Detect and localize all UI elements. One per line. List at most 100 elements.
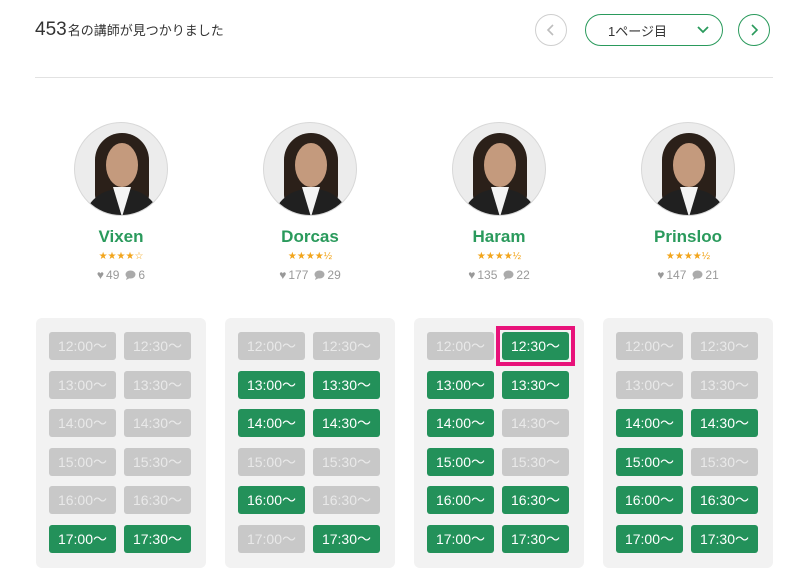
time-slot-button[interactable]: 17:30〜 [502, 525, 569, 553]
time-slot-button[interactable]: 17:30〜 [124, 525, 191, 553]
likes-count: ♥ 135 [468, 268, 497, 282]
likes-value: 177 [288, 268, 309, 282]
rating-stars: ★★★★½ [287, 251, 333, 262]
heart-icon: ♥ [96, 268, 105, 282]
time-slot-button[interactable]: 16:30〜 [502, 486, 569, 514]
time-slot-button: 13:30〜 [691, 371, 758, 399]
teacher-name[interactable]: Vixen [36, 227, 206, 247]
teacher-avatar[interactable] [641, 122, 735, 216]
time-slot-button: 15:30〜 [691, 448, 758, 476]
teacher-name[interactable]: Prinsloo [603, 227, 773, 247]
time-slot-button: 13:00〜 [616, 371, 683, 399]
time-slot-panel: 12:00〜 12:30〜 13:00〜 13:30〜 14:00〜 14:30〜 15:0… [414, 318, 584, 568]
page-select-dropdown[interactable]: 1ページ目 [585, 14, 723, 46]
time-slot-button[interactable]: 17:00〜 [49, 525, 116, 553]
likes-count: ♥ 177 [279, 268, 308, 282]
time-slot-button: 17:00〜 [238, 525, 305, 553]
time-slot-button[interactable]: 14:30〜 [691, 409, 758, 437]
teacher-card[interactable]: Vixen ★★★★☆ ♥ 49 6 [36, 122, 206, 282]
time-slot-button[interactable]: 13:30〜 [502, 371, 569, 399]
avatar-face [484, 143, 516, 187]
time-slot-button[interactable]: 15:00〜 [616, 448, 683, 476]
teacher-stats: ♥ 147 21 [603, 268, 773, 282]
reviews-count: 21 [692, 268, 719, 282]
time-slot-button[interactable]: 17:30〜 [691, 525, 758, 553]
result-count-label: 名の講師が見つかりました [67, 23, 224, 38]
reviews-value: 29 [327, 268, 341, 282]
time-slot-button[interactable]: 17:00〜 [427, 525, 494, 553]
time-slot-button[interactable]: 15:00〜 [427, 448, 494, 476]
prev-page-button[interactable] [535, 14, 567, 46]
teacher-avatar[interactable] [452, 122, 546, 216]
time-slot-button: 16:00〜 [49, 486, 116, 514]
results-header: 453 名の講師が見つかりました 1ページ目 [0, 0, 801, 78]
chevron-down-icon [697, 26, 709, 34]
time-slot-button[interactable]: 13:00〜 [427, 371, 494, 399]
time-slot-button: 15:00〜 [49, 448, 116, 476]
avatar-face [295, 143, 327, 187]
heart-icon: ♥ [279, 268, 287, 282]
time-slot-button[interactable]: 12:30〜 [502, 332, 569, 360]
time-slot-button: 15:30〜 [124, 448, 191, 476]
teacher-avatar[interactable] [263, 122, 357, 216]
likes-value: 135 [477, 268, 498, 282]
time-slot-button[interactable]: 14:00〜 [616, 409, 683, 437]
time-slot-button: 15:00〜 [238, 448, 305, 476]
teacher-stats: ♥ 177 29 [225, 268, 395, 282]
time-slot-button[interactable]: 13:00〜 [238, 371, 305, 399]
time-slot-button[interactable]: 13:30〜 [313, 371, 380, 399]
reviews-count: 29 [314, 268, 341, 282]
time-slot-button[interactable]: 16:00〜 [238, 486, 305, 514]
time-slot-button: 16:30〜 [124, 486, 191, 514]
teacher-stats: ♥ 135 22 [414, 268, 584, 282]
time-slot-button: 12:00〜 [238, 332, 305, 360]
comment-icon [125, 270, 136, 280]
time-slot-button: 12:00〜 [616, 332, 683, 360]
chevron-right-icon [751, 24, 759, 36]
time-slot-button: 15:30〜 [313, 448, 380, 476]
likes-count: ♥ 49 [97, 268, 119, 282]
time-slot-button[interactable]: 17:00〜 [616, 525, 683, 553]
teacher-stats: ♥ 49 6 [36, 268, 206, 282]
teacher-avatar[interactable] [74, 122, 168, 216]
reviews-count: 22 [503, 268, 530, 282]
time-slot-button: 14:00〜 [49, 409, 116, 437]
rating-stars: ★★★★☆ [98, 251, 144, 262]
time-slot-button[interactable]: 16:00〜 [616, 486, 683, 514]
time-slot-button: 12:30〜 [124, 332, 191, 360]
time-slot-button: 13:30〜 [124, 371, 191, 399]
time-slot-button: 12:00〜 [49, 332, 116, 360]
teacher-card[interactable]: Haram ★★★★½ ♥ 135 22 [414, 122, 584, 282]
time-slot-button: 14:30〜 [502, 409, 569, 437]
avatar-face [106, 143, 138, 187]
next-page-button[interactable] [738, 14, 770, 46]
time-slot-button[interactable]: 17:30〜 [313, 525, 380, 553]
time-slot-panel: 12:00〜 12:30〜 13:00〜 13:30〜 14:00〜 14:30〜 15:0… [603, 318, 773, 568]
avatar-face [673, 143, 705, 187]
header-divider [35, 77, 773, 78]
heart-icon: ♥ [657, 268, 665, 282]
comment-icon [692, 270, 703, 280]
reviews-value: 22 [516, 268, 530, 282]
comment-icon [503, 270, 514, 280]
teacher-card[interactable]: Prinsloo ★★★★½ ♥ 147 21 [603, 122, 773, 282]
page-select-value: 1ページ目 [608, 23, 667, 39]
likes-count: ♥ 147 [657, 268, 686, 282]
time-slot-button: 12:30〜 [313, 332, 380, 360]
time-slot-button[interactable]: 14:30〜 [313, 409, 380, 437]
time-slot-button: 16:30〜 [313, 486, 380, 514]
result-count: 453 名の講師が見つかりました [35, 19, 224, 41]
time-slot-button: 12:00〜 [427, 332, 494, 360]
time-slot-button[interactable]: 16:00〜 [427, 486, 494, 514]
time-slot-button[interactable]: 14:00〜 [427, 409, 494, 437]
heart-icon: ♥ [468, 268, 476, 282]
time-slot-button[interactable]: 16:30〜 [691, 486, 758, 514]
comment-icon [314, 270, 325, 280]
time-slot-panel: 12:00〜 12:30〜 13:00〜 13:30〜 14:00〜 14:30〜 15:0… [36, 318, 206, 568]
time-slot-button[interactable]: 14:00〜 [238, 409, 305, 437]
likes-value: 49 [106, 268, 120, 282]
teacher-name[interactable]: Haram [414, 227, 584, 247]
chevron-left-icon [546, 24, 554, 36]
teacher-card[interactable]: Dorcas ★★★★½ ♥ 177 29 [225, 122, 395, 282]
teacher-name[interactable]: Dorcas [225, 227, 395, 247]
